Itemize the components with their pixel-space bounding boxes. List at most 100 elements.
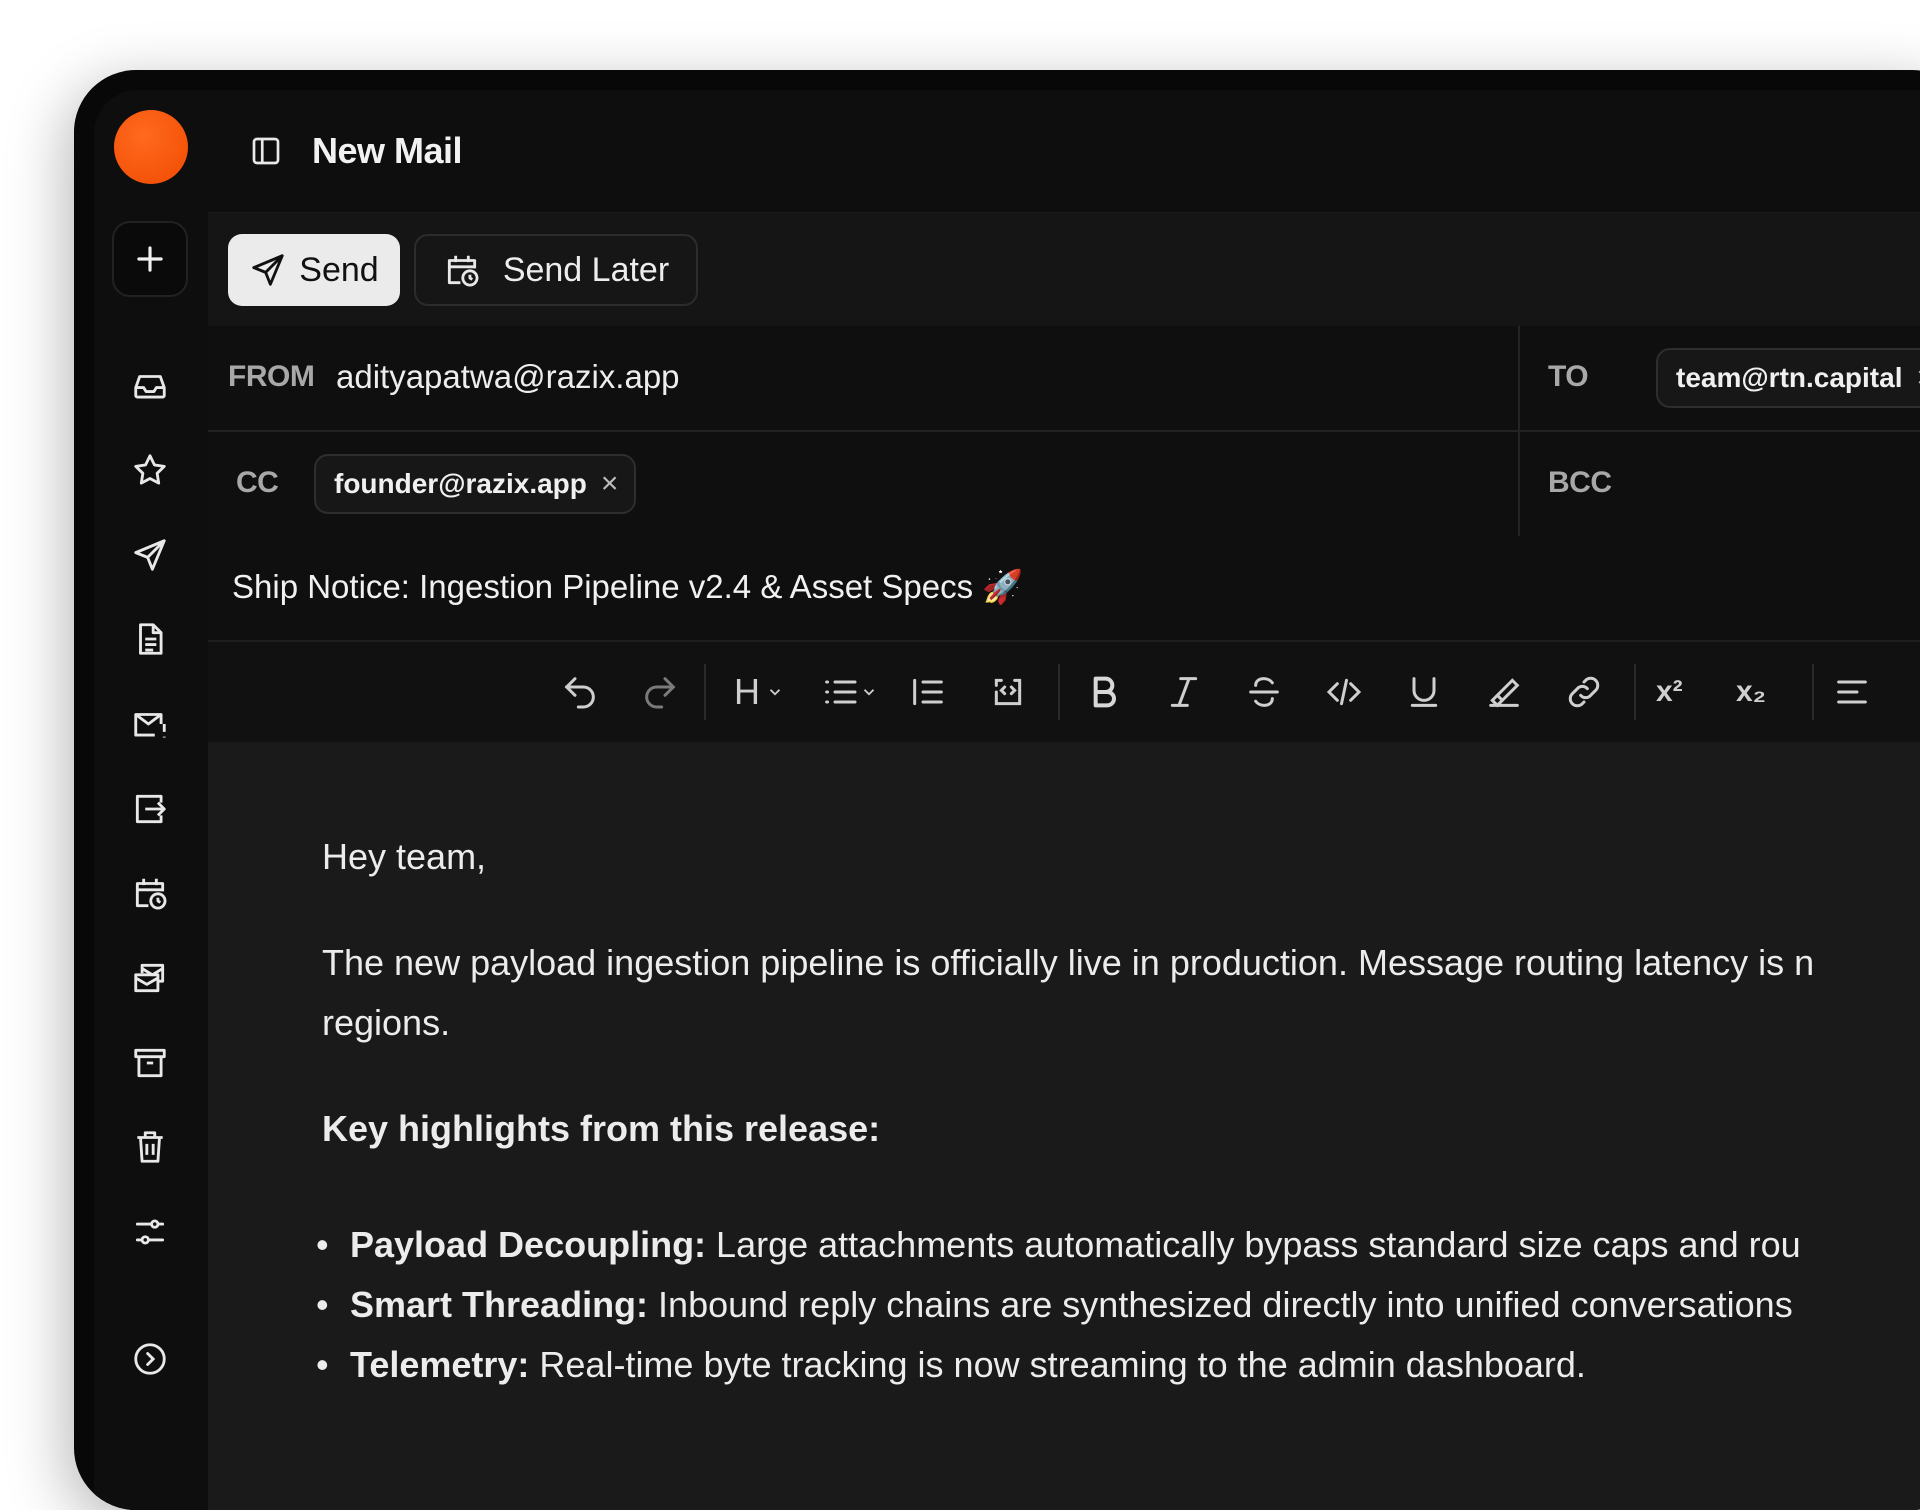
toolbar-separator <box>1634 664 1636 720</box>
cc-bcc-row: CC founder@razix.app × BCC <box>208 432 1920 538</box>
cc-recipient-email: founder@razix.app <box>334 468 587 499</box>
expand-icon <box>134 1343 166 1375</box>
chevron-down-icon <box>863 689 875 696</box>
from-field[interactable]: adityapatwa@razix.app <box>336 358 680 396</box>
device-frame: New Mail Send Send Later FROM adityapatw… <box>74 70 1920 1510</box>
trash-icon <box>137 1131 163 1163</box>
list-item: Telemetry: Real-time byte tracking is no… <box>316 1344 1586 1386</box>
list-item-text: Large attachments automatically bypass s… <box>706 1224 1801 1265</box>
sidebar-item-starred[interactable] <box>121 441 179 499</box>
list-item-text: Inbound reply chains are synthesized dir… <box>648 1284 1793 1325</box>
field-divider <box>1518 326 1520 536</box>
list-item-label: Payload Decoupling: <box>350 1224 707 1265</box>
archive-icon <box>134 1048 166 1078</box>
bullet-list-icon <box>825 680 857 704</box>
superscript-icon: x² <box>1656 675 1683 708</box>
list-item-label: Telemetry: <box>350 1344 530 1385</box>
to-recipient-chip[interactable]: team@rtn.capital × <box>1656 348 1920 408</box>
redo-button[interactable] <box>640 670 680 714</box>
remove-recipient-icon[interactable]: × <box>601 467 635 501</box>
body-paragraph-line: The new payload ingestion pipeline is of… <box>322 942 1815 983</box>
send-button[interactable]: Send <box>228 234 400 306</box>
sidebar-item-important[interactable] <box>121 695 179 753</box>
italic-button[interactable] <box>1164 670 1204 714</box>
underline-button[interactable] <box>1404 670 1444 714</box>
heading-dropdown[interactable]: H <box>734 670 784 714</box>
sent-icon <box>134 539 166 571</box>
send-later-label: Send Later <box>502 250 670 289</box>
body-paragraph-line: regions. <box>322 1002 451 1043</box>
subscript-icon: x₂ <box>1736 675 1767 708</box>
underline-icon <box>1410 677 1438 707</box>
toolbar-separator <box>704 664 706 720</box>
from-label: FROM <box>228 360 315 393</box>
chevron-down-icon <box>769 689 781 696</box>
sidebar-item-drafts[interactable] <box>121 610 179 668</box>
code-icon <box>1326 678 1362 706</box>
to-label: TO <box>1548 360 1589 393</box>
inline-code-button[interactable] <box>1324 670 1364 714</box>
list-item: Smart Threading: Inbound reply chains ar… <box>316 1284 1793 1326</box>
outbox-icon <box>135 794 166 824</box>
inbox-icon <box>134 375 166 399</box>
sidebar <box>94 90 208 1510</box>
send-icon <box>252 254 284 286</box>
strikethrough-button[interactable] <box>1244 670 1284 714</box>
send-label: Send <box>299 250 379 289</box>
title-bar: New Mail <box>208 90 1920 212</box>
sidebar-panel-icon <box>252 137 280 165</box>
sidebar-item-all-mail[interactable] <box>121 949 179 1007</box>
strikethrough-icon <box>1249 677 1279 707</box>
sidebar-item-trash[interactable] <box>121 1118 179 1176</box>
code-block-button[interactable] <box>988 670 1028 714</box>
list-item: Payload Decoupling: Large attachments au… <box>316 1224 1801 1266</box>
app-window: New Mail Send Send Later FROM adityapatw… <box>94 90 1920 1510</box>
page-title: New Mail <box>312 130 463 171</box>
remove-recipient-icon[interactable]: × <box>1916 361 1920 395</box>
toggle-sidebar-button[interactable] <box>248 133 284 169</box>
cc-label: CC <box>236 466 279 499</box>
sidebar-item-archive[interactable] <box>121 1034 179 1092</box>
list-item-text: Real-time byte tracking is now streaming… <box>529 1344 1586 1385</box>
align-left-icon <box>1837 680 1867 704</box>
all-mail-icon <box>134 963 165 993</box>
heading-label: H <box>734 671 760 712</box>
blockquote-icon <box>913 678 943 706</box>
undo-icon <box>564 677 595 709</box>
compose-pane: New Mail Send Send Later FROM adityapatw… <box>208 90 1920 1510</box>
subject-row: Ship Notice: Ingestion Pipeline v2.4 & A… <box>208 536 1920 642</box>
highlight-button[interactable] <box>1484 670 1524 714</box>
superscript-button[interactable]: x² <box>1656 670 1683 714</box>
undo-button[interactable] <box>560 670 600 714</box>
code-block-icon <box>994 678 1022 706</box>
send-later-button[interactable]: Send Later <box>414 234 698 306</box>
sidebar-item-sent[interactable] <box>121 526 179 584</box>
italic-icon <box>1170 677 1198 707</box>
sidebar-expand-button[interactable] <box>121 1330 179 1388</box>
plus-icon <box>137 246 163 272</box>
calendar-clock-icon <box>447 255 479 287</box>
message-body[interactable]: Hey team, The new payload ingestion pipe… <box>208 742 1920 1510</box>
blockquote-button[interactable] <box>908 670 948 714</box>
list-dropdown[interactable] <box>820 670 878 714</box>
star-icon <box>134 454 166 485</box>
align-button[interactable] <box>1832 670 1872 714</box>
subscript-button[interactable]: x₂ <box>1736 670 1766 714</box>
toolbar-separator <box>1812 664 1814 720</box>
toolbar-separator <box>1058 664 1060 720</box>
avatar[interactable] <box>114 110 188 184</box>
redo-icon <box>645 677 676 709</box>
compose-button[interactable] <box>112 221 188 297</box>
formatting-toolbar: H x² x₂ <box>208 642 1920 742</box>
link-button[interactable] <box>1564 670 1604 714</box>
cc-recipient-chip[interactable]: founder@razix.app × <box>314 454 637 514</box>
highlighter-icon <box>1489 678 1520 708</box>
sidebar-item-inbox[interactable] <box>121 357 179 415</box>
bold-button[interactable] <box>1084 670 1124 714</box>
sidebar-item-settings[interactable] <box>121 1203 179 1261</box>
sidebar-item-outbox[interactable] <box>121 780 179 838</box>
bcc-label[interactable]: BCC <box>1548 466 1612 500</box>
to-recipient-email: team@rtn.capital <box>1676 362 1903 393</box>
sidebar-item-scheduled[interactable] <box>121 864 179 922</box>
subject-field[interactable]: Ship Notice: Ingestion Pipeline v2.4 & A… <box>232 568 1023 607</box>
